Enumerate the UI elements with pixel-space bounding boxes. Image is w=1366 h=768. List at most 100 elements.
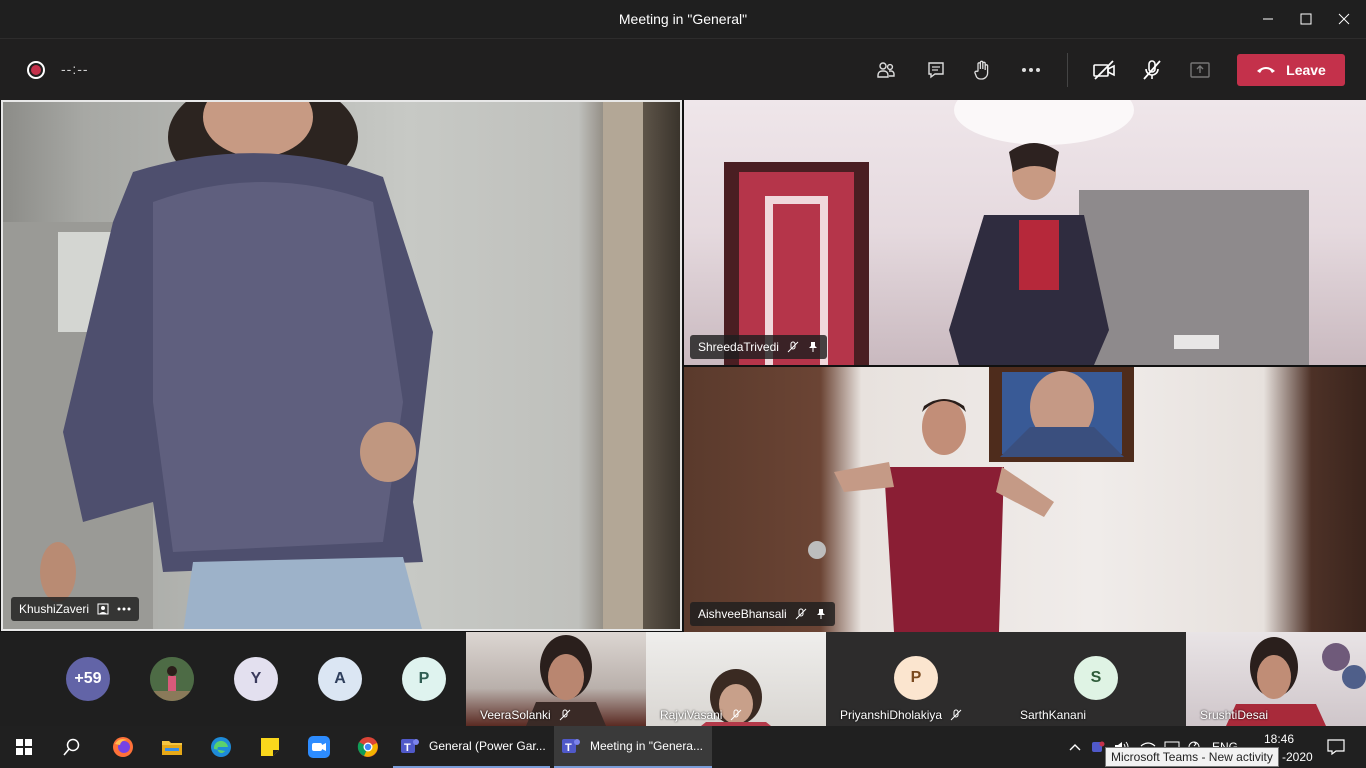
taskbar-zoom[interactable] xyxy=(295,726,343,768)
participant-video-silhouette xyxy=(3,102,643,629)
teams-icon: T xyxy=(562,739,580,754)
meeting-toolbar: --:-- Leave xyxy=(0,38,1366,100)
edge-icon xyxy=(211,737,231,757)
video-tile-bottom-right[interactable]: AishveeBhansali xyxy=(684,367,1366,632)
mic-off-icon xyxy=(787,341,799,353)
pin-icon xyxy=(807,341,819,353)
camera-off-icon xyxy=(1093,60,1115,80)
participant-name: ShreedaTrivedi xyxy=(698,340,779,354)
participant-audio-tile[interactable]: P PriyanshiDholakiya xyxy=(826,632,1006,726)
mic-off-icon xyxy=(1143,60,1161,80)
close-icon xyxy=(1338,13,1350,25)
mic-off-icon xyxy=(950,709,962,721)
close-button[interactable] xyxy=(1324,0,1364,38)
participant-video-silhouette xyxy=(724,100,1309,365)
participant-name: AishveeBhansali xyxy=(698,607,787,621)
participant-name: SrushtiDesai xyxy=(1200,708,1269,722)
share-button[interactable] xyxy=(1186,56,1214,84)
pin-icon xyxy=(97,603,109,615)
windows-logo-icon xyxy=(16,739,32,755)
minimize-button[interactable] xyxy=(1248,0,1288,38)
pin-icon xyxy=(815,608,827,620)
maximize-button[interactable] xyxy=(1286,0,1326,38)
avatar-photo-icon xyxy=(150,657,194,701)
share-tray-icon xyxy=(1190,62,1210,78)
start-button[interactable] xyxy=(0,726,48,768)
taskbar-chrome[interactable] xyxy=(344,726,392,768)
more-actions-button[interactable] xyxy=(1017,56,1045,84)
taskbar-app-label: General (Power Gar... xyxy=(429,739,546,753)
turn-camera-on-button[interactable] xyxy=(1090,56,1118,84)
participant-avatar[interactable]: P xyxy=(402,657,446,701)
video-tile-top-right[interactable]: ShreedaTrivedi xyxy=(684,100,1366,365)
participant-mini-label: SarthKanani xyxy=(1020,708,1086,722)
meeting-timer: --:-- xyxy=(61,61,89,77)
video-tile-main[interactable]: KhushiZaveri xyxy=(1,100,682,631)
search-icon xyxy=(63,738,80,756)
maximize-icon xyxy=(1300,13,1312,25)
participant-name: RajviVasani xyxy=(660,708,723,722)
participant-avatar[interactable]: A xyxy=(318,657,362,701)
leave-button[interactable]: Leave xyxy=(1237,54,1345,86)
participant-mini-video[interactable]: SrushtiDesai xyxy=(1186,632,1366,726)
folder-icon xyxy=(162,741,182,755)
leave-label: Leave xyxy=(1286,62,1326,78)
participant-audio-tile[interactable]: S SarthKanani xyxy=(1006,632,1186,726)
participant-name-tag: ShreedaTrivedi xyxy=(690,335,827,359)
mic-off-icon xyxy=(731,709,742,721)
taskbar-sticky-notes[interactable] xyxy=(246,726,294,768)
overflow-participants-button[interactable]: +59 xyxy=(66,657,110,701)
toolbar-divider xyxy=(1067,53,1068,87)
participant-video-silhouette xyxy=(808,367,1134,632)
participant-mini-label: PriyanshiDholakiya xyxy=(840,708,962,722)
chevron-up-icon xyxy=(1069,744,1081,751)
teams-icon: T xyxy=(401,739,419,754)
tray-tooltip: Microsoft Teams - New activity xyxy=(1105,747,1279,767)
action-center-button[interactable] xyxy=(1318,726,1354,768)
participant-avatar-photo[interactable] xyxy=(150,657,194,701)
taskbar-file-explorer[interactable] xyxy=(148,726,196,768)
people-icon xyxy=(877,62,895,78)
raise-hand-button[interactable] xyxy=(968,56,996,84)
hang-up-icon xyxy=(1257,67,1276,73)
mic-off-icon xyxy=(795,608,807,620)
participant-mini-label: VeeraSolanki xyxy=(480,708,571,722)
sticky-notes-icon xyxy=(261,738,279,756)
unmute-button[interactable] xyxy=(1138,56,1166,84)
svg-text:T: T xyxy=(404,742,411,754)
mic-off-icon xyxy=(559,709,571,721)
clock-date[interactable]: -2020 xyxy=(1282,750,1313,764)
chat-icon xyxy=(928,62,944,79)
svg-text:T: T xyxy=(565,742,572,754)
taskbar-edge[interactable] xyxy=(197,726,245,768)
raise-hand-icon xyxy=(974,60,989,80)
show-participants-button[interactable] xyxy=(872,56,900,84)
more-icon xyxy=(1022,68,1040,72)
participant-name: PriyanshiDholakiya xyxy=(840,708,943,722)
search-button[interactable] xyxy=(48,726,96,768)
taskbar-firefox[interactable] xyxy=(99,726,147,768)
participant-avatar[interactable]: Y xyxy=(234,657,278,701)
more-options-icon[interactable] xyxy=(117,607,131,611)
taskbar-teams-meeting[interactable]: T Meeting in "Genera... xyxy=(554,726,712,768)
show-hidden-icons-button[interactable] xyxy=(1062,726,1088,768)
participant-name: KhushiZaveri xyxy=(19,602,90,616)
participant-name: SarthKanani xyxy=(1020,708,1087,722)
participant-name: VeeraSolanki xyxy=(480,708,551,722)
recording-indicator-icon xyxy=(27,61,45,79)
participant-mini-video[interactable]: RajviVasani xyxy=(646,632,826,726)
window-title: Meeting in "General" xyxy=(618,11,748,27)
participant-mini-label: SrushtiDesai xyxy=(1200,708,1268,722)
title-bar: Meeting in "General" xyxy=(0,0,1366,38)
participant-strip: +59 Y A P VeeraSolanki RajviVasani P Pri… xyxy=(0,632,1366,726)
minimize-icon xyxy=(1263,18,1273,20)
chrome-icon xyxy=(357,737,378,757)
notification-icon xyxy=(1327,739,1345,755)
participant-name-tag: AishveeBhansali xyxy=(690,602,835,626)
clock-time[interactable]: 18:46 xyxy=(1264,732,1294,746)
participant-mini-video[interactable]: VeeraSolanki xyxy=(466,632,646,726)
show-chat-button[interactable] xyxy=(922,56,950,84)
taskbar-teams-general[interactable]: T General (Power Gar... xyxy=(393,726,550,768)
video-stage: KhushiZaveri ShreedaTrivedi AishveeBhans… xyxy=(0,100,1366,632)
participant-avatar: S xyxy=(1074,656,1118,700)
